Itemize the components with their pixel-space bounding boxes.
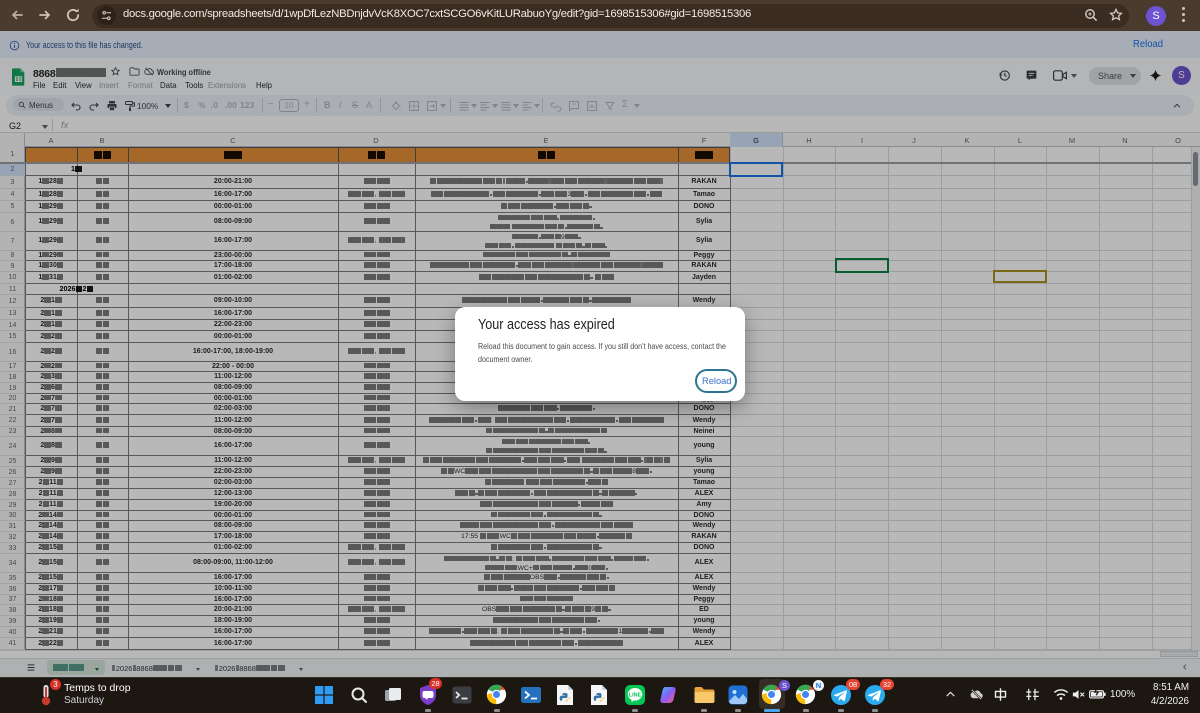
svg-text:LINE: LINE <box>629 693 642 699</box>
